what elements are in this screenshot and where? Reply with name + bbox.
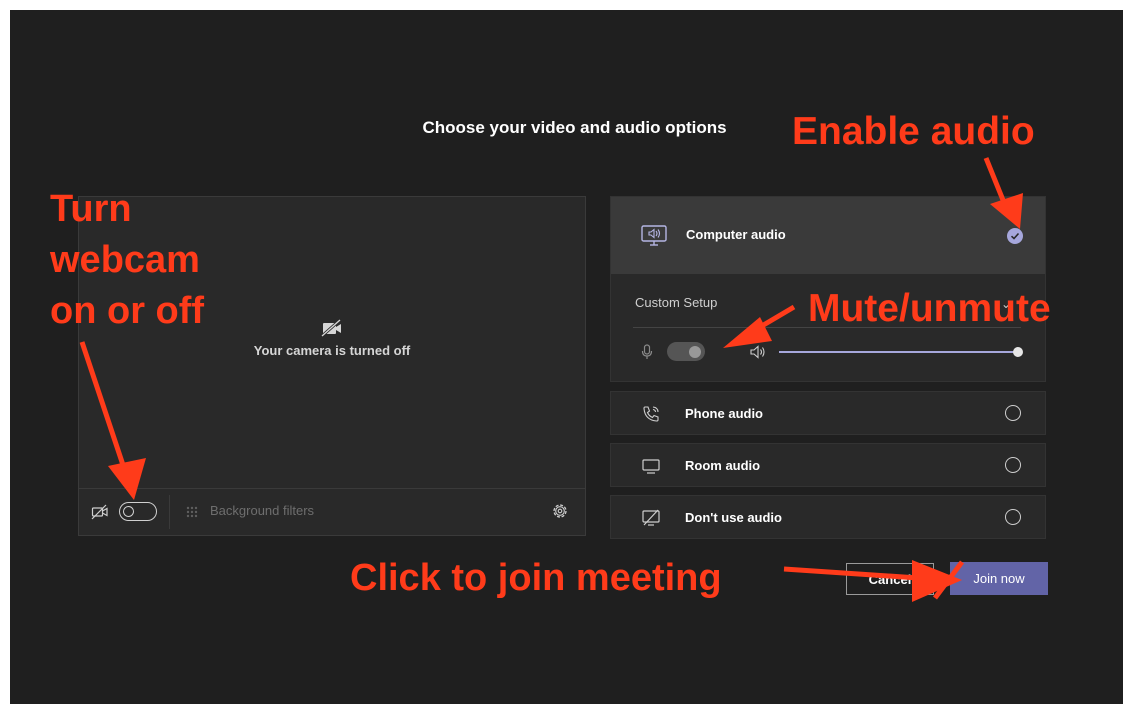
phone-audio-label: Phone audio (685, 406, 763, 421)
phone-audio-option[interactable]: Phone audio (610, 391, 1046, 435)
no-audio-label: Don't use audio (685, 510, 782, 525)
speaker-volume-handle[interactable] (1013, 347, 1023, 357)
annotation-webcam-line3: on or off (50, 290, 205, 332)
no-audio-radio[interactable] (1005, 509, 1021, 525)
camera-status-text: Your camera is turned off (253, 343, 411, 358)
computer-audio-label: Computer audio (686, 227, 786, 242)
camera-off-icon (91, 504, 108, 520)
cancel-button[interactable]: Cancel (846, 563, 934, 595)
speaker-icon (750, 345, 765, 359)
room-display-icon (642, 459, 660, 474)
device-settings-gear-icon[interactable] (551, 502, 569, 520)
microphone-toggle[interactable] (667, 342, 705, 361)
computer-audio-header[interactable]: Computer audio (611, 197, 1045, 274)
annotation-webcam-line2: webcam (50, 239, 200, 281)
camera-off-icon (321, 319, 341, 337)
annotation-webcam-line1: Turn (50, 188, 132, 230)
join-now-button[interactable]: Join now (950, 562, 1048, 595)
background-filters-icon (186, 506, 198, 518)
microphone-icon (641, 344, 653, 359)
computer-audio-selected-check[interactable] (1007, 228, 1023, 244)
custom-setup-label[interactable]: Custom Setup (635, 295, 717, 310)
camera-toggle[interactable] (119, 502, 157, 521)
room-audio-option[interactable]: Room audio (610, 443, 1046, 487)
annotation-mute-unmute: Mute/unmute (808, 287, 1051, 330)
room-audio-radio[interactable] (1005, 457, 1021, 473)
speaker-volume-slider[interactable] (779, 351, 1019, 353)
no-audio-icon (642, 509, 660, 526)
toolbar-divider (169, 495, 170, 529)
phone-audio-radio[interactable] (1005, 405, 1021, 421)
background-filters-button[interactable]: Background filters (210, 503, 314, 518)
checkmark-icon (1010, 232, 1020, 240)
annotation-enable-audio: Enable audio (792, 110, 1035, 153)
microphone-toggle-knob (689, 345, 701, 358)
phone-icon (643, 406, 659, 422)
annotation-join-meeting: Click to join meeting (350, 557, 722, 599)
computer-audio-icon (641, 225, 667, 246)
room-audio-label: Room audio (685, 458, 761, 473)
video-toolbar: Background filters (79, 488, 585, 535)
no-audio-option[interactable]: Don't use audio (610, 495, 1046, 539)
camera-toggle-knob (123, 505, 134, 517)
